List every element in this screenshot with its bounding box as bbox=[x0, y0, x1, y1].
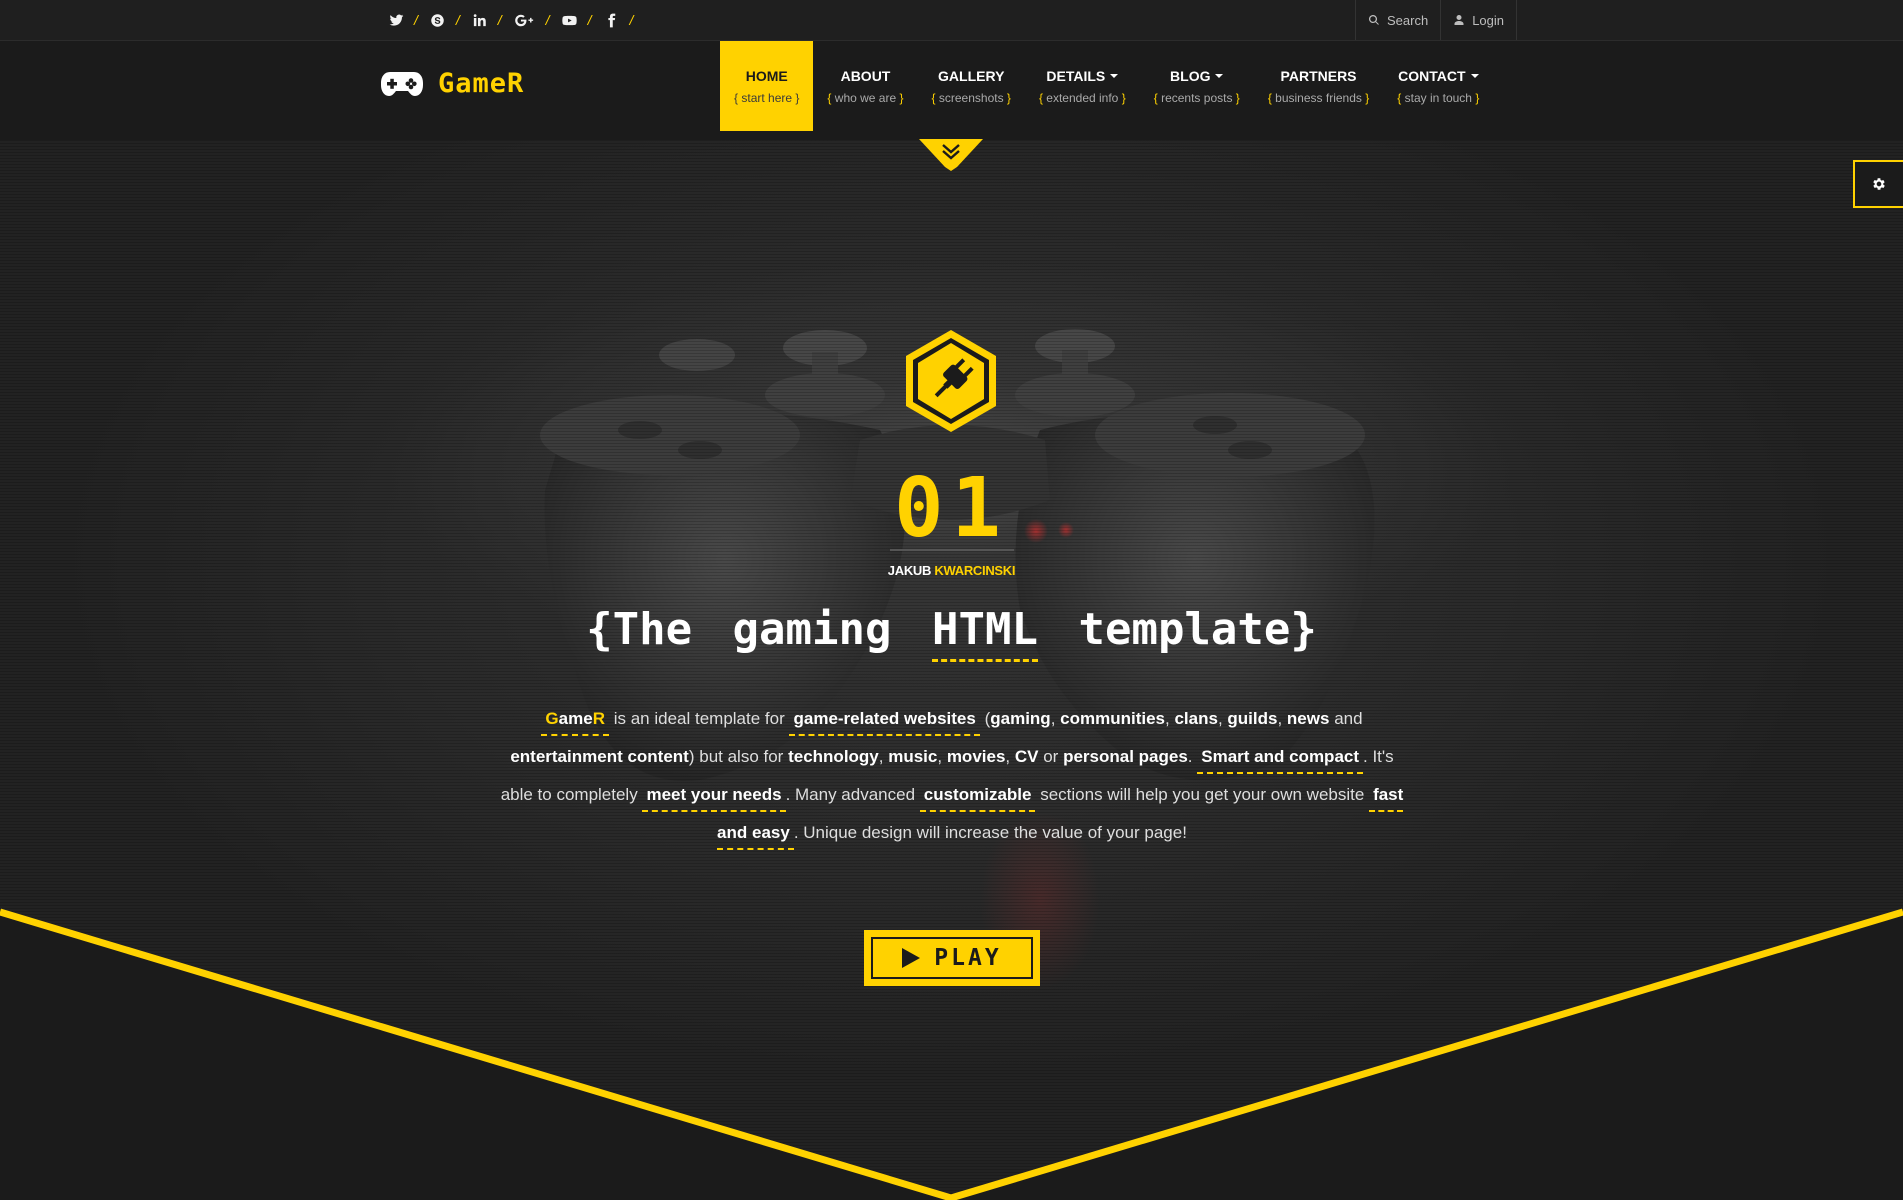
nav-label: HOME bbox=[745, 67, 788, 84]
login-button[interactable]: Login bbox=[1440, 0, 1518, 40]
nav-item-partners[interactable]: PARTNERS { business friends } bbox=[1254, 41, 1383, 131]
main-nav: HOME { start here } ABOUT { who we are }… bbox=[720, 41, 1493, 131]
headline-after: template} bbox=[1078, 604, 1317, 655]
nav-label: ABOUT bbox=[840, 67, 891, 84]
nav-label: BLOG bbox=[1170, 67, 1211, 84]
social-separator: / bbox=[545, 12, 550, 28]
hero-headline: {The gaming HTML template} bbox=[0, 604, 1903, 662]
nav-label: PARTNERS bbox=[1280, 67, 1357, 84]
nav-label: DETAILS bbox=[1046, 67, 1106, 84]
top-actions: Search Login bbox=[1355, 0, 1518, 40]
play-icon bbox=[902, 948, 921, 968]
play-button-inner: PLAY bbox=[871, 937, 1033, 979]
highlight-term: meet your needs bbox=[642, 785, 786, 812]
nav-item-contact[interactable]: CONTACT { stay in touch } bbox=[1383, 41, 1493, 131]
search-label: Search bbox=[1387, 12, 1429, 28]
hero-description: GameR is an ideal template for game-rela… bbox=[497, 700, 1407, 852]
chevron-double-down-icon[interactable] bbox=[919, 139, 983, 171]
linkedin-icon[interactable] bbox=[469, 9, 491, 31]
site-logo[interactable]: GameR bbox=[380, 68, 524, 99]
headline-highlight: HTML bbox=[932, 604, 1038, 662]
gear-icon bbox=[1873, 178, 1885, 190]
nav-sublabel: extended info bbox=[1046, 90, 1119, 105]
headline-before: {The gaming bbox=[586, 604, 892, 655]
highlight-term: customizable bbox=[919, 785, 1036, 812]
top-bar: / / / / / / Search Login bbox=[0, 0, 1903, 41]
gamepad-icon bbox=[381, 71, 423, 96]
search-icon bbox=[1368, 14, 1379, 25]
social-separator: / bbox=[414, 12, 418, 28]
nav-sublabel: screenshots bbox=[938, 90, 1004, 105]
nav-sublabel: start here bbox=[741, 90, 793, 105]
plug-icon bbox=[906, 330, 996, 432]
hero-number: 01 bbox=[894, 461, 1009, 556]
play-label: PLAY bbox=[934, 945, 1002, 971]
skype-icon[interactable] bbox=[427, 9, 449, 31]
logo-text: GameR bbox=[438, 68, 525, 99]
youtube-icon[interactable] bbox=[559, 9, 581, 31]
social-separator: / bbox=[455, 12, 460, 28]
nav-label: GALLERY bbox=[938, 67, 1005, 84]
nav-sublabel: business friends bbox=[1275, 90, 1362, 105]
settings-button[interactable] bbox=[1853, 160, 1903, 208]
social-separator: / bbox=[629, 12, 634, 28]
author-first-name: JAKUB bbox=[887, 563, 932, 578]
nav-label: CONTACT bbox=[1398, 67, 1466, 84]
nav-sublabel: stay in touch bbox=[1404, 90, 1472, 105]
highlight-term: Smart and compact bbox=[1197, 747, 1364, 774]
social-links: / / / / / / bbox=[385, 0, 642, 40]
author-name: JAKUB KWARCINSKI bbox=[0, 563, 1903, 578]
nav-item-blog[interactable]: BLOG { recents posts } bbox=[1140, 41, 1254, 131]
floor-chevron-shape bbox=[0, 908, 1903, 1200]
chevron-down-icon bbox=[1470, 73, 1479, 78]
social-separator: / bbox=[587, 12, 592, 28]
nav-sublabel: recents posts bbox=[1161, 90, 1233, 105]
main-header: GameR HOME { start here } ABOUT { who we… bbox=[0, 41, 1903, 131]
nav-item-home[interactable]: HOME { start here } bbox=[720, 41, 814, 131]
google-plus-icon[interactable] bbox=[511, 9, 539, 31]
nav-item-details[interactable]: DETAILS { extended info } bbox=[1025, 41, 1140, 131]
search-button[interactable]: Search bbox=[1355, 0, 1440, 40]
user-icon bbox=[1454, 15, 1464, 25]
author-last-name: KWARCINSKI bbox=[934, 563, 1016, 578]
facebook-icon[interactable] bbox=[600, 9, 622, 31]
hero-section bbox=[0, 140, 1903, 1200]
brand-highlight: GameR bbox=[541, 709, 609, 736]
nav-sublabel: who we are bbox=[834, 90, 897, 105]
login-label: Login bbox=[1472, 12, 1505, 28]
chevron-down-icon bbox=[1215, 73, 1224, 78]
nav-item-gallery[interactable]: GALLERY { screenshots } bbox=[918, 41, 1025, 131]
highlight-term: game-related websites bbox=[789, 709, 980, 736]
play-button[interactable]: PLAY bbox=[864, 930, 1040, 986]
chevron-down-icon bbox=[1110, 73, 1119, 78]
nav-item-about[interactable]: ABOUT { who we are } bbox=[813, 41, 917, 131]
social-separator: / bbox=[497, 12, 502, 28]
number-divider bbox=[890, 549, 1014, 551]
twitter-icon[interactable] bbox=[385, 9, 407, 31]
